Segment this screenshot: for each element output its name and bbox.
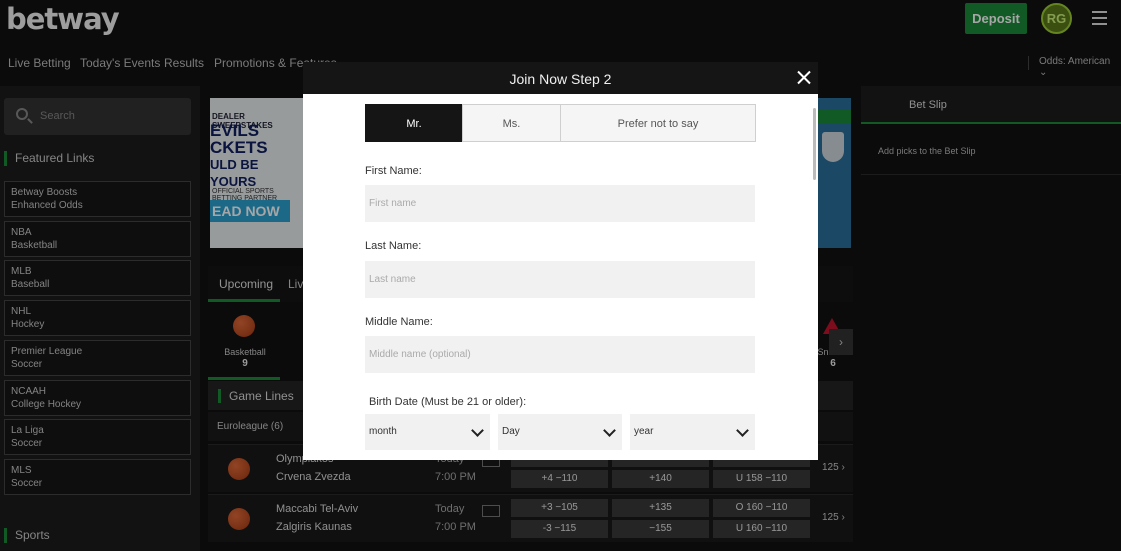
birth-year-value: year [634,426,654,437]
middle-name-label: Middle Name: [365,316,433,328]
middle-name-field[interactable] [365,336,755,373]
birth-month-value: month [369,426,397,437]
birth-year-select[interactable]: year [630,414,755,450]
modal-header: Join Now Step 2 [303,62,818,94]
first-name-label: First Name: [365,165,422,177]
birth-month-select[interactable]: month [365,414,490,450]
last-name-field[interactable] [365,261,755,298]
title-option-prefer-not-to-say[interactable]: Prefer not to say [560,104,756,142]
close-icon[interactable] [793,67,815,89]
join-now-form: Mr. Ms. Prefer not to say First Name: La… [303,94,818,460]
modal-scrollbar[interactable] [813,108,816,180]
title-option-ms[interactable]: Ms. [462,104,561,142]
chevron-down-icon [471,424,484,437]
birth-day-select[interactable]: Day [498,414,622,450]
birth-day-value: Day [502,426,520,437]
title-option-mr[interactable]: Mr. [365,104,463,142]
first-name-field[interactable] [365,185,755,222]
last-name-label: Last Name: [365,240,422,252]
chevron-down-icon [603,424,616,437]
modal-title: Join Now Step 2 [509,71,612,87]
chevron-down-icon [736,424,749,437]
birth-date-label: Birth Date (Must be 21 or older): [369,396,527,408]
